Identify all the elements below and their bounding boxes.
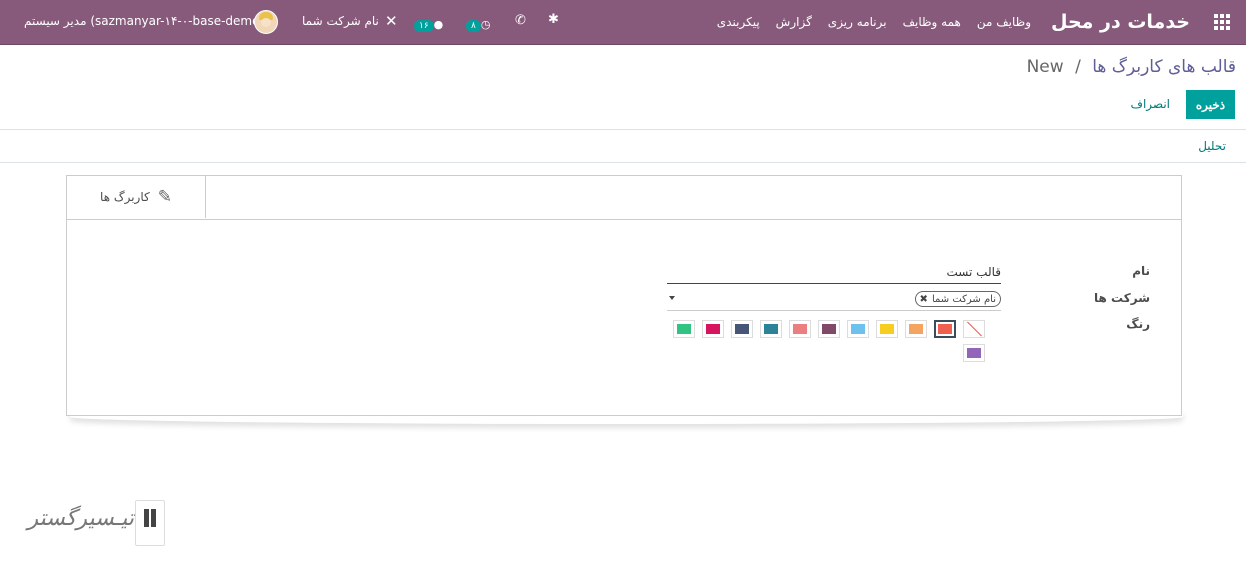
color-swatch[interactable] <box>876 320 898 338</box>
clock-icon: ◷ <box>480 18 491 31</box>
company-tag: نام شرکت شما ✖ <box>914 291 1001 307</box>
company-switcher-label[interactable]: نام شرکت شما <box>302 14 379 28</box>
color-swatch[interactable] <box>789 320 811 338</box>
color-swatch-none[interactable] <box>963 320 985 338</box>
app-brand[interactable]: خدمات در محل <box>1051 11 1190 33</box>
discard-button[interactable]: انصراف <box>1131 97 1170 111</box>
messages-badge: ۱۶ <box>414 20 434 32</box>
avatar[interactable] <box>254 10 278 34</box>
menu-all-tasks[interactable]: همه وظایف <box>903 15 961 29</box>
name-label: نام <box>1132 264 1150 278</box>
apps-icon[interactable] <box>1210 14 1230 30</box>
name-field[interactable] <box>667 260 1001 284</box>
color-swatch[interactable] <box>847 320 869 338</box>
control-panel-divider <box>0 129 1246 130</box>
color-swatch[interactable] <box>818 320 840 338</box>
analysis-action[interactable]: تحلیل <box>1198 139 1226 153</box>
company-tag-label: نام شرکت شما <box>931 293 996 305</box>
form-sheet: ✎ کاربرگ ها نام شرکت ها نام شرکت شما ✖ ر… <box>66 175 1182 416</box>
breadcrumb-separator: / <box>1075 57 1081 77</box>
menu-my-tasks[interactable]: وظایف من <box>977 15 1031 29</box>
chat-icon: ● <box>433 18 444 31</box>
pencil-icon: ✎ <box>157 187 172 207</box>
user-menu-label[interactable]: مدیر سیستم (sazmanyar-۱۴-۰-base-demo) <box>24 14 264 28</box>
companies-field[interactable]: نام شرکت شما ✖ <box>667 288 1001 311</box>
timesheets-smart-button[interactable]: ✎ کاربرگ ها <box>67 176 206 218</box>
breadcrumb-parent[interactable]: قالب های کاربرگ ها <box>1092 57 1236 77</box>
tools-icon[interactable]: ✕ <box>385 12 398 30</box>
menu-reporting[interactable]: گزارش <box>776 15 812 29</box>
save-button[interactable]: ذخیره <box>1186 90 1235 119</box>
top-navbar: خدمات در محل وظایف من همه وظایف برنامه ر… <box>0 0 1246 45</box>
menu-configuration[interactable]: پیکربندی <box>717 15 760 29</box>
color-swatch[interactable] <box>760 320 782 338</box>
watermark-logo: تیـسیرگستر <box>24 500 165 546</box>
activities-badge: ۸ <box>466 20 481 32</box>
remove-tag-icon[interactable]: ✖ <box>920 294 928 305</box>
menu-planning[interactable]: برنامه ریزی <box>828 15 887 29</box>
breadcrumb-current: New <box>1026 57 1064 77</box>
watermark-badge-icon <box>135 500 165 546</box>
messages-menu[interactable]: ۱۶ ● <box>414 13 443 32</box>
color-label: رنگ <box>1126 317 1150 331</box>
watermark-text: تیـسیرگستر <box>27 506 135 531</box>
smart-button-box: ✎ کاربرگ ها <box>67 176 1181 220</box>
statusbar-divider <box>0 162 1246 163</box>
dropdown-caret-icon[interactable] <box>669 296 675 300</box>
companies-label: شرکت ها <box>1094 291 1150 305</box>
color-swatch[interactable] <box>905 320 927 338</box>
timesheets-button-label: کاربرگ ها <box>100 190 150 204</box>
color-swatch[interactable] <box>702 320 724 338</box>
bug-icon[interactable]: ✱ <box>548 12 559 27</box>
activities-menu[interactable]: ۸ ◷ <box>466 13 490 32</box>
breadcrumb: قالب های کاربرگ ها / New <box>1027 57 1236 77</box>
color-swatch[interactable] <box>934 320 956 338</box>
phone-icon[interactable]: ✆ <box>515 13 526 28</box>
color-swatch[interactable] <box>963 344 985 362</box>
color-swatch[interactable] <box>731 320 753 338</box>
color-swatch[interactable] <box>673 320 695 338</box>
